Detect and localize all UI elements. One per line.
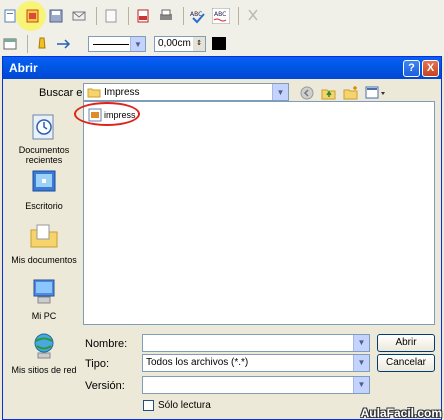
line-style-select[interactable]: ▼: [88, 36, 146, 52]
recent-documents-icon: [32, 114, 54, 140]
filetype-value: Todos los archivos (*.*): [146, 357, 249, 368]
filetype-select[interactable]: Todos los archivos (*.*) ▼: [142, 354, 370, 372]
window-icon[interactable]: [0, 34, 20, 54]
chevron-down-icon[interactable]: ▼: [353, 377, 369, 393]
place-my-computer[interactable]: Mi PC: [9, 277, 79, 321]
dialog-title: Abrir: [9, 61, 38, 75]
place-my-documents[interactable]: Mis documentos: [9, 221, 79, 265]
place-network[interactable]: Mis sitios de red: [9, 331, 79, 375]
autospellcheck-icon[interactable]: ABC: [211, 6, 231, 26]
lookin-value: Impress: [104, 86, 140, 98]
toolbar-separator: [96, 7, 97, 25]
email-icon[interactable]: [69, 6, 89, 26]
svg-text:ABC: ABC: [214, 11, 226, 18]
filename-label: Nombre:: [85, 338, 128, 350]
line-width-value: 0,00cm: [158, 38, 191, 49]
help-glyph: ?: [408, 62, 415, 74]
spellcheck-icon[interactable]: ABC: [188, 6, 208, 26]
place-desktop[interactable]: Escritorio: [9, 167, 79, 211]
open-file-icon[interactable]: [23, 6, 43, 26]
chevron-down-icon[interactable]: ▼: [353, 335, 369, 351]
chevron-down-icon[interactable]: ▼: [353, 355, 369, 371]
cancel-button[interactable]: Cancelar: [377, 354, 435, 372]
dialog-titlebar[interactable]: Abrir ? X: [3, 57, 441, 79]
place-label: Mi PC: [31, 311, 57, 321]
toolbar-separator: [128, 7, 129, 25]
annotation-circle: [74, 102, 140, 126]
file-item[interactable]: impress: [74, 102, 140, 126]
chevron-down-icon[interactable]: ▼: [272, 84, 288, 100]
desktop-icon: [32, 170, 56, 192]
version-select[interactable]: ▼: [142, 376, 370, 394]
toolbar-row-1: ABC ABC: [0, 1, 266, 31]
up-folder-icon[interactable]: [321, 85, 337, 101]
place-label: Documentos recientes: [18, 145, 70, 165]
readonly-checkbox[interactable]: Sólo lectura: [143, 400, 211, 411]
places-bar: Documentos recientes Escritorio Mis docu…: [9, 101, 79, 375]
chevron-down-icon[interactable]: ▼: [130, 37, 145, 51]
filetype-label: Tipo:: [85, 358, 110, 370]
new-folder-icon[interactable]: [343, 85, 359, 101]
line-color-swatch[interactable]: [212, 37, 226, 50]
line-style-preview: [93, 44, 129, 45]
app-toolbar-area: ABC ABC ▼ 0,00cm ⇕: [0, 0, 444, 56]
file-list[interactable]: impress: [74, 101, 435, 325]
toolbar-row-2: [0, 32, 78, 56]
save-icon[interactable]: [46, 6, 66, 26]
lookin-combo[interactable]: Impress ▼: [83, 83, 289, 101]
export-pdf-icon[interactable]: [133, 6, 153, 26]
print-icon[interactable]: [156, 6, 176, 26]
view-menu-icon[interactable]: [365, 85, 387, 101]
folder-icon: [87, 88, 101, 98]
back-icon[interactable]: [299, 85, 315, 101]
place-label: Escritorio: [25, 201, 63, 211]
toolbar-separator: [238, 7, 239, 25]
nav-toolbar: [299, 85, 387, 101]
close-glyph: X: [426, 62, 435, 74]
toolbar-separator: [183, 7, 184, 25]
filename-field[interactable]: ▼: [142, 334, 370, 352]
arrow-style-icon[interactable]: [55, 34, 75, 54]
watermark: AulaFacil.com: [360, 406, 442, 420]
cut-icon[interactable]: [243, 6, 263, 26]
open-button[interactable]: Abrir: [377, 334, 435, 352]
open-dialog: Abrir ? X Buscar en: Impress ▼ Documento…: [2, 56, 442, 420]
checkbox-box[interactable]: [143, 400, 154, 411]
place-recent-documents[interactable]: Documentos recientes: [9, 111, 79, 165]
place-label: Mis sitios de red: [11, 365, 77, 375]
toolbar-separator: [27, 35, 28, 53]
my-documents-icon: [30, 224, 58, 248]
version-label: Versión:: [85, 380, 125, 392]
readonly-label: Sólo lectura: [158, 400, 211, 411]
line-color-icon[interactable]: [32, 34, 52, 54]
place-label: Mis documentos: [11, 255, 77, 265]
edit-file-icon[interactable]: [101, 6, 121, 26]
network-places-icon: [34, 333, 54, 359]
line-width-spinner[interactable]: 0,00cm ⇕: [154, 36, 206, 52]
help-button[interactable]: ?: [403, 59, 420, 77]
close-button[interactable]: X: [422, 59, 439, 77]
my-computer-icon: [33, 279, 55, 304]
spin-arrows-icon[interactable]: ⇕: [193, 37, 205, 51]
